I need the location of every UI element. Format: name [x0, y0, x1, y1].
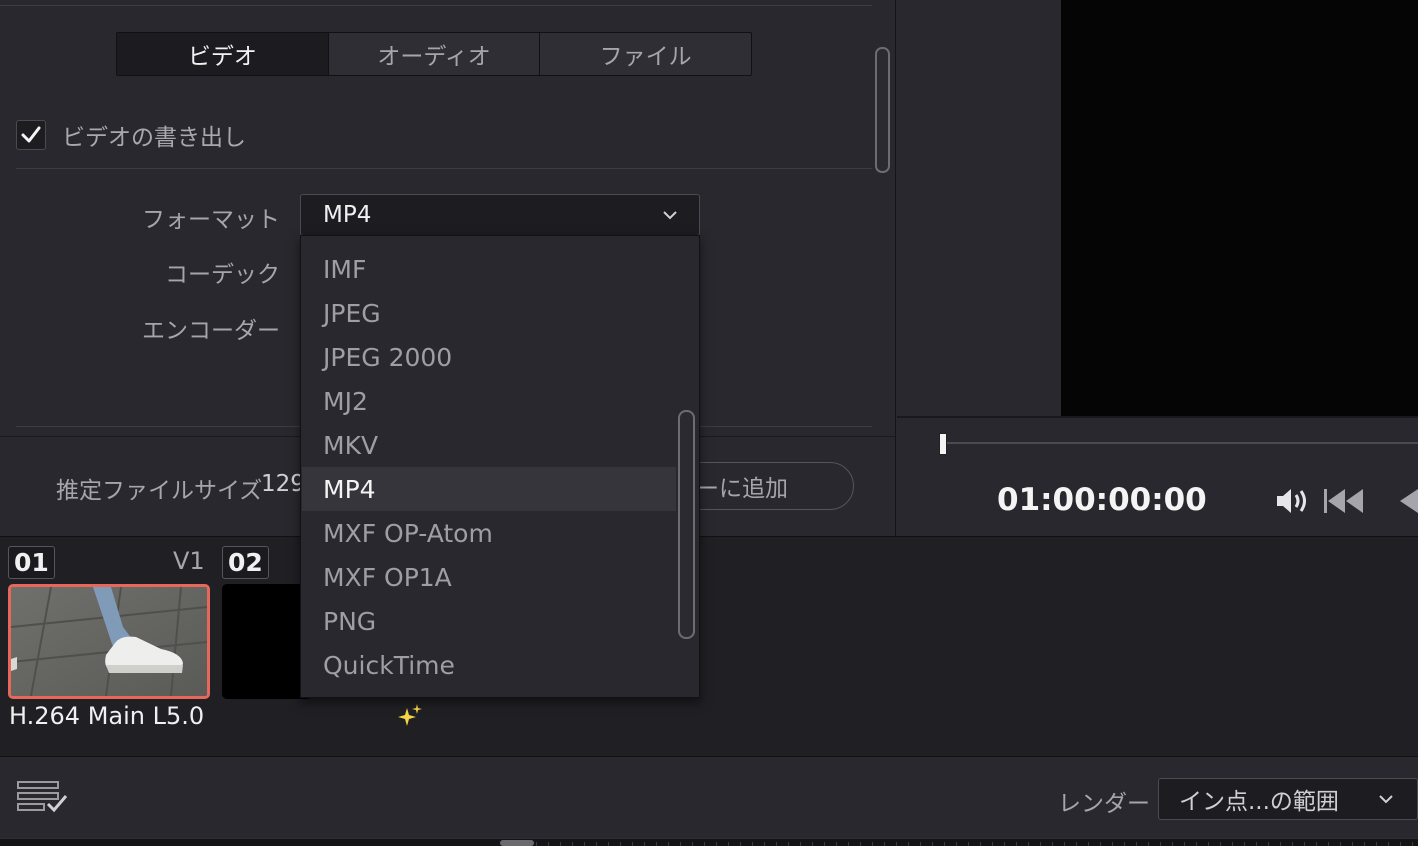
timeline-scroll-thumb[interactable]	[500, 840, 534, 846]
go-to-start-icon[interactable]	[1323, 487, 1365, 515]
render-range-select[interactable]: イン点...の範囲	[1158, 778, 1418, 820]
estimated-size-value: 129	[261, 471, 305, 497]
divider	[0, 5, 872, 6]
chevron-down-icon	[1379, 795, 1393, 804]
dropdown-scrollbar[interactable]	[678, 410, 695, 639]
volume-icon[interactable]	[1275, 487, 1311, 515]
scrub-bar[interactable]	[942, 442, 1418, 444]
format-option-mj2[interactable]: MJ2	[302, 379, 676, 423]
format-dropdown-menu: IMF JPEG JPEG 2000 MJ2 MKV MP4 MXF OP-At…	[300, 235, 700, 698]
format-option-png[interactable]: PNG	[302, 599, 676, 643]
divider	[16, 168, 872, 169]
format-option-mkv[interactable]: MKV	[302, 423, 676, 467]
estimated-size-label: 推定ファイルサイズ	[56, 478, 263, 504]
viewer-image	[1061, 0, 1418, 416]
format-select[interactable]: MP4	[300, 194, 700, 236]
tab-file[interactable]: ファイル	[540, 33, 751, 75]
format-option-jpeg[interactable]: JPEG	[302, 291, 676, 335]
format-option-mxf-op-atom[interactable]: MXF OP-Atom	[302, 511, 676, 555]
tab-audio[interactable]: オーディオ	[329, 33, 541, 75]
previous-frame-icon[interactable]	[1398, 487, 1418, 515]
format-option-jpeg-2000[interactable]: JPEG 2000	[302, 335, 676, 379]
tab-video[interactable]: ビデオ	[117, 33, 329, 75]
clip-codec-caption: H.264 Main L5.0	[9, 702, 205, 730]
settings-scrollbar[interactable]	[875, 47, 890, 173]
format-option-mxf-op1a[interactable]: MXF OP1A	[302, 555, 676, 599]
divider	[897, 416, 1418, 418]
timeline-ticks	[536, 842, 1418, 846]
format-label: フォーマット	[142, 207, 280, 233]
export-video-row: ビデオの書き出し	[16, 118, 246, 152]
clip-strip	[0, 536, 1418, 756]
render-queue-icon[interactable]	[16, 780, 70, 814]
format-select-value: MP4	[323, 202, 372, 228]
format-option-quicktime[interactable]: QuickTime	[302, 643, 676, 687]
timecode-display: 01:00:00:00	[997, 482, 1207, 518]
encoder-label: エンコーダー	[142, 318, 280, 344]
clip-thumbnail[interactable]	[222, 584, 312, 699]
export-video-checkbox[interactable]	[16, 120, 46, 150]
clip-number-badge: 01	[8, 546, 55, 579]
codec-label: コーデック	[165, 262, 280, 288]
chevron-down-icon	[663, 211, 677, 220]
format-option-mp4[interactable]: MP4	[302, 467, 676, 511]
clip-thumbnail-image	[11, 587, 207, 696]
render-range-value: イン点...の範囲	[1179, 789, 1339, 815]
settings-tab-bar: ビデオ オーディオ ファイル	[116, 32, 752, 76]
clip-track-label: V1	[173, 547, 205, 575]
playhead-handle[interactable]	[939, 433, 947, 455]
clip-number-badge: 02	[222, 546, 269, 579]
render-label: レンダー	[1058, 791, 1150, 817]
sparkle-icon	[398, 704, 422, 726]
format-option-imf[interactable]: IMF	[302, 247, 676, 291]
export-video-label: ビデオの書き出し	[62, 125, 246, 151]
clip-thumbnail[interactable]	[8, 584, 210, 699]
checkmark-icon	[21, 126, 41, 143]
